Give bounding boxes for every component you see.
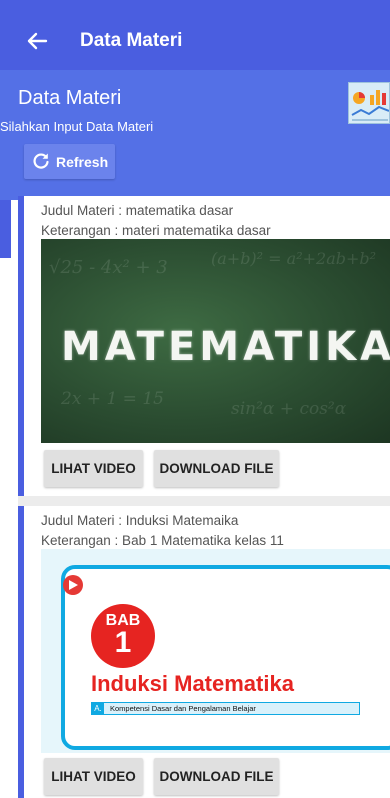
page-subtitle: Silahkan Input Data Materi [0, 119, 154, 134]
material-card: Judul Materi : matematika dasar Keterang… [18, 196, 390, 496]
chalk-scribble: √25 - 4x² + 3 [49, 257, 168, 278]
material-thumbnail[interactable]: √25 - 4x² + 3 (a+b)² = a²+2ab+b² 2x + 1 … [41, 239, 390, 443]
thumbnail-heading: MATEMATIKA [61, 324, 390, 370]
material-title: Judul Materi : matematika dasar [41, 203, 234, 218]
material-card: Judul Materi : Induksi Matemaika Keteran… [18, 506, 390, 798]
material-description: Keterangan : Bab 1 Matematika kelas 11 [41, 533, 284, 548]
chapter-badge: BAB 1 [91, 604, 155, 668]
page-title: Data Materi [18, 87, 122, 109]
material-thumbnail[interactable]: BAB 1 Induksi Matematika A. Kompetensi D… [41, 549, 390, 753]
chapter-number: 1 [114, 626, 132, 659]
watch-video-button[interactable]: LIHAT VIDEO [44, 450, 143, 487]
chalk-scribble: 2x + 1 = 15 [61, 389, 164, 409]
refresh-button[interactable]: Refresh [24, 144, 115, 179]
left-accent-bar [0, 200, 11, 258]
section-text: Kompetensi Dasar dan Pengalaman Belajar [110, 704, 256, 713]
book-title: Induksi Matematika [91, 671, 294, 696]
watch-video-button[interactable]: LIHAT VIDEO [44, 758, 143, 795]
chalk-scribble: sin²α + cos²α [231, 399, 347, 419]
chalk-scribble: (a+b)² = a²+2ab+b² [211, 249, 377, 268]
play-icon [63, 575, 83, 595]
chart-illustration-icon [348, 82, 390, 124]
material-description: Keterangan : materi matematika dasar [41, 223, 271, 238]
material-title: Judul Materi : Induksi Matemaika [41, 513, 239, 528]
download-file-button[interactable]: DOWNLOAD FILE [154, 758, 279, 795]
refresh-label: Refresh [56, 154, 109, 170]
app-bar-title: Data Materi [80, 30, 183, 51]
section-bar: A. Kompetensi Dasar dan Pengalaman Belaj… [91, 702, 360, 715]
page-header: Data Materi Silahkan Input Data Materi R… [0, 70, 390, 200]
card-divider [18, 496, 390, 506]
download-file-button[interactable]: DOWNLOAD FILE [154, 450, 279, 487]
back-arrow-icon[interactable] [24, 26, 50, 56]
section-tag: A. [92, 703, 104, 714]
refresh-icon [32, 152, 50, 170]
